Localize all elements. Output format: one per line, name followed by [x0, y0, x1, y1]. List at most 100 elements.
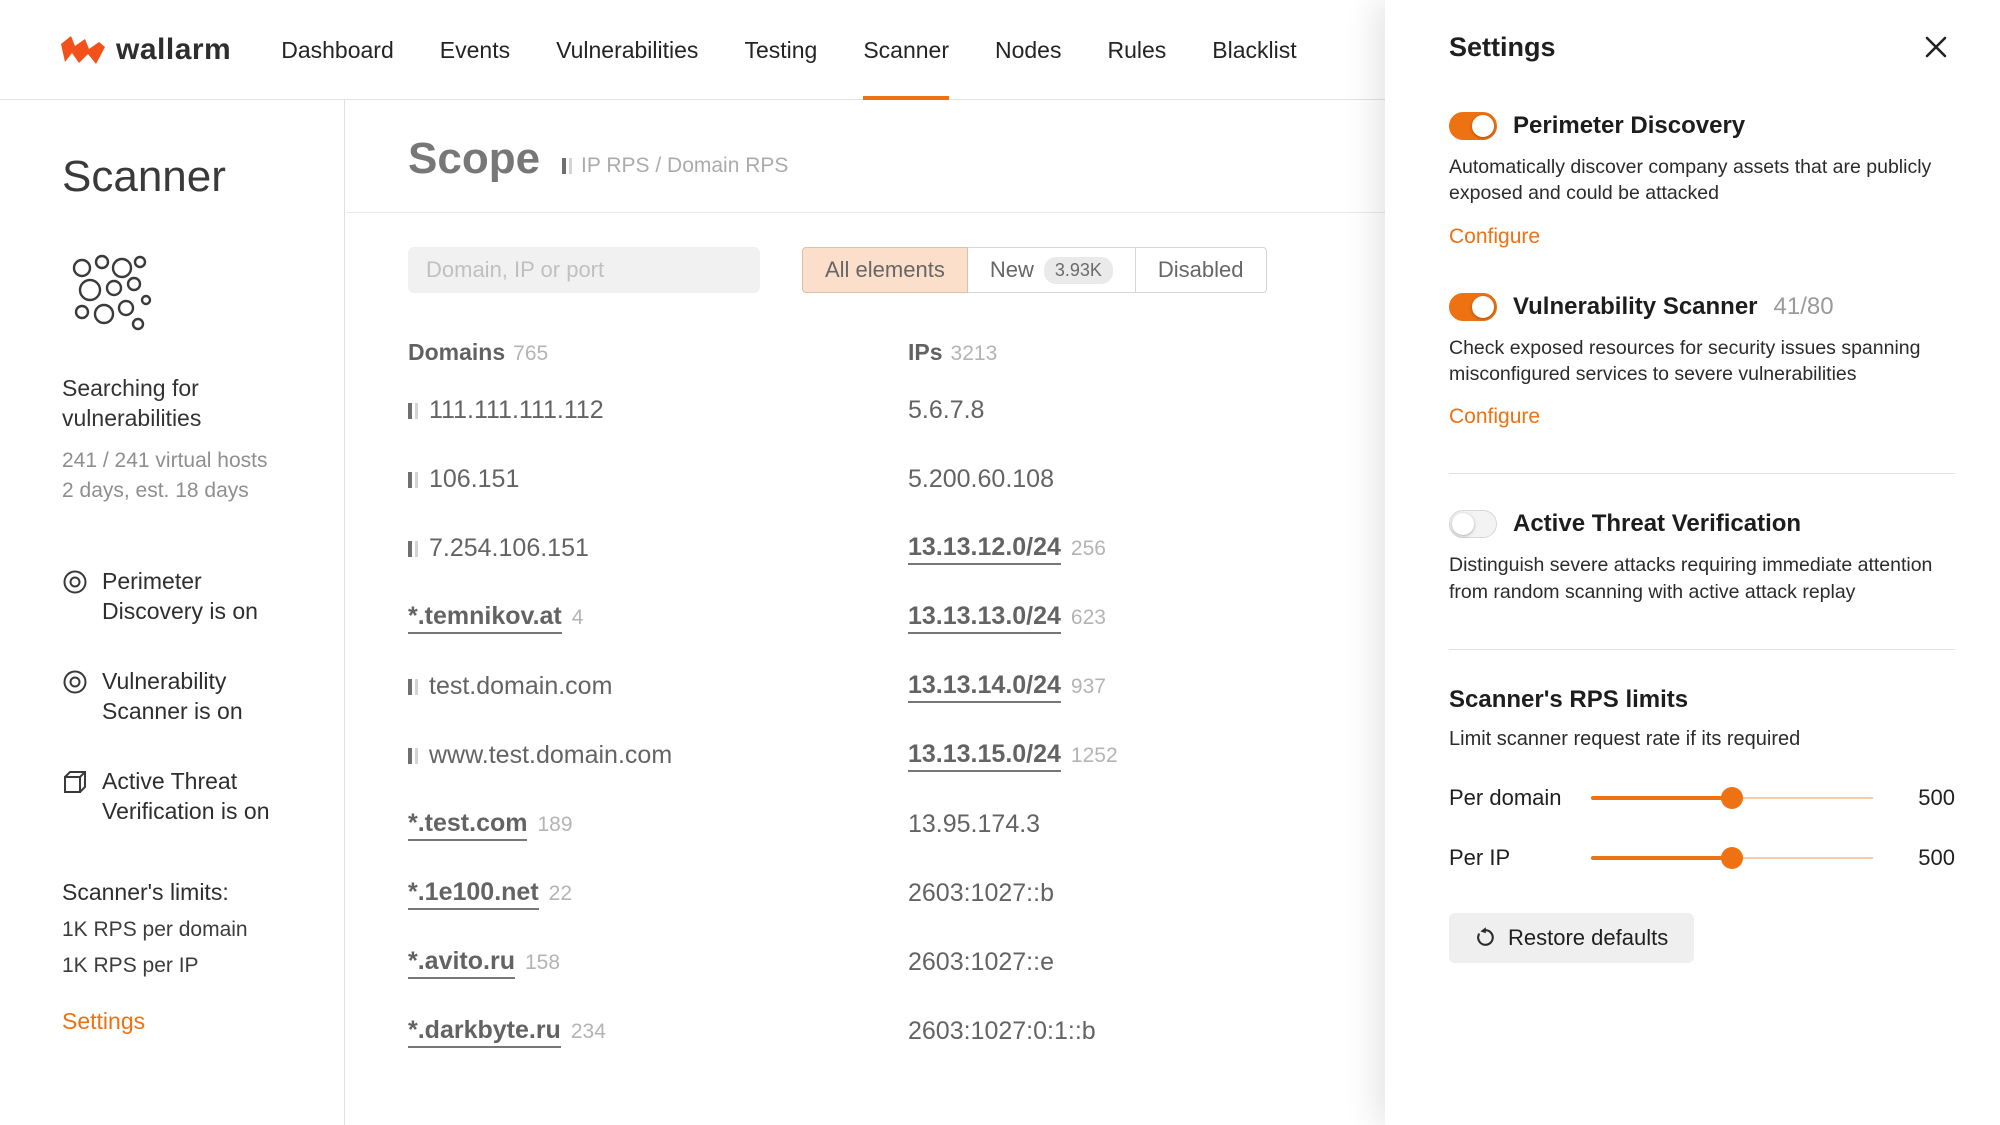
settings-section-vulnerability-scanner: Vulnerability Scanner 41/80 Check expose…: [1449, 293, 1955, 430]
section-title: Perimeter Discovery: [1513, 112, 1745, 140]
domain-row[interactable]: 111.111.111.112: [408, 376, 908, 445]
scan-progress-text: 241 / 241 virtual hosts: [62, 446, 316, 476]
toggle-knob: [1452, 513, 1474, 535]
search-input[interactable]: [408, 247, 760, 293]
domain-label: *.darkbyte.ru: [408, 1016, 561, 1048]
section-counter: 41/80: [1774, 293, 1834, 321]
ip-row[interactable]: 2603:1027::b: [908, 859, 1385, 928]
rps-mode-toggle[interactable]: IP RPS / Domain RPS: [562, 154, 788, 178]
domain-row[interactable]: test.domain.com: [408, 652, 908, 721]
filter-all-elements[interactable]: All elements: [802, 247, 968, 293]
domains-count: 765: [513, 342, 548, 365]
close-button[interactable]: [1917, 28, 1955, 66]
nav-item-testing[interactable]: Testing: [744, 0, 817, 100]
section-title: Vulnerability Scanner: [1513, 293, 1758, 321]
slider-value: 500: [1883, 785, 1955, 811]
slider-fill: [1591, 796, 1732, 800]
toggle-knob: [1472, 296, 1494, 318]
ips-count: 3213: [951, 342, 998, 365]
domain-row[interactable]: 7.254.106.151: [408, 514, 908, 583]
domain-row[interactable]: *.1e100.net22: [408, 859, 908, 928]
sidebar-item-vulnerability-scanner-is-on: Vulnerability Scanner is on: [62, 667, 302, 727]
ip-label: 5.200.60.108: [908, 465, 1054, 494]
sidebar-item-label: Vulnerability Scanner is on: [102, 667, 302, 727]
row-count: 189: [537, 813, 572, 837]
domain-row[interactable]: *.avito.ru158: [408, 928, 908, 997]
domain-row[interactable]: 106.151: [408, 445, 908, 514]
row-count: 158: [525, 951, 560, 975]
page-title: Scope: [408, 134, 540, 184]
ip-row[interactable]: 2603:1027::e: [908, 928, 1385, 997]
settings-title: Settings: [1449, 32, 1556, 63]
per-ip-slider[interactable]: [1591, 846, 1873, 870]
sidebar-item-active-threat-verification-is-on: Active Threat Verification is on: [62, 767, 302, 827]
domains-list: 111.111.111.112106.1517.254.106.151*.tem…: [408, 376, 908, 1066]
ip-row[interactable]: 13.13.15.0/24 1252: [908, 721, 1385, 790]
ip-row[interactable]: 5.200.60.108: [908, 445, 1385, 514]
domain-label: *.temnikov.at: [408, 602, 562, 634]
ip-label: 13.95.174.3: [908, 810, 1040, 839]
rps-mode-label: IP RPS / Domain RPS: [581, 154, 788, 178]
filter-new[interactable]: New3.93K: [968, 247, 1136, 293]
nav-item-rules[interactable]: Rules: [1107, 0, 1166, 100]
limit-line: 1K RPS per domain: [62, 918, 316, 942]
rps-slider-row: Per domain 500: [1449, 785, 1955, 811]
header-divider: [346, 212, 1385, 213]
domain-row[interactable]: *.darkbyte.ru 234: [408, 997, 908, 1066]
domain-label: www.test.domain.com: [429, 741, 672, 770]
filter-group: All elementsNew3.93KDisabled: [802, 247, 1267, 293]
rps-bars-icon: [562, 158, 572, 174]
domain-label: *.1e100.net: [408, 878, 539, 910]
sidebar-item-perimeter-discovery-is-on: Perimeter Discovery is on: [62, 567, 302, 627]
ip-row[interactable]: 2603:1027:0:1::b: [908, 997, 1385, 1066]
wallarm-logo[interactable]: wallarm: [60, 0, 231, 99]
ip-row[interactable]: 13.13.12.0/24256: [908, 514, 1385, 583]
configure-link[interactable]: Configure: [1449, 225, 1540, 249]
slider-knob[interactable]: [1721, 847, 1743, 869]
scanner-limits: Scanner's limits: 1K RPS per domain1K RP…: [62, 879, 316, 978]
nav-item-dashboard[interactable]: Dashboard: [281, 0, 394, 100]
per-domain-slider[interactable]: [1591, 786, 1873, 810]
perimeter-discovery-toggle[interactable]: [1449, 112, 1497, 140]
rings-icon: [62, 669, 88, 727]
vulnerability-scanner-toggle[interactable]: [1449, 293, 1497, 321]
domain-label: 111.111.111.112: [429, 396, 604, 425]
active-threat-verification-toggle[interactable]: [1449, 510, 1497, 538]
ip-row[interactable]: 13.95.174.3: [908, 790, 1385, 859]
ips-column: IPs3213 5.6.7.8 5.200.60.108 13.13.12.0/24…: [908, 339, 1385, 1066]
wallarm-logo-icon: [60, 35, 106, 65]
restore-defaults-button[interactable]: Restore defaults: [1449, 913, 1694, 963]
ips-header: IPs3213: [908, 339, 1385, 366]
settings-link[interactable]: Settings: [62, 1008, 145, 1035]
cluster-icon: [62, 252, 316, 345]
nav-item-blacklist[interactable]: Blacklist: [1212, 0, 1296, 100]
nav-item-scanner[interactable]: Scanner: [863, 0, 949, 100]
row-count: 256: [1071, 537, 1106, 561]
ip-row[interactable]: 13.13.14.0/24937: [908, 652, 1385, 721]
close-icon: [1923, 48, 1949, 63]
nav-item-nodes[interactable]: Nodes: [995, 0, 1061, 100]
nav-item-events[interactable]: Events: [440, 0, 510, 100]
domain-row[interactable]: *.temnikov.at4: [408, 583, 908, 652]
row-count: 1252: [1071, 744, 1118, 768]
scope-content: Scope IP RPS / Domain RPS All elementsNe…: [346, 100, 1385, 1125]
filter-disabled[interactable]: Disabled: [1136, 247, 1267, 293]
ip-label: 2603:1027:0:1::b: [908, 1017, 1096, 1046]
row-count: 234: [571, 1020, 606, 1044]
nav-item-vulnerabilities[interactable]: Vulnerabilities: [556, 0, 698, 100]
ip-label: 5.6.7.8: [908, 396, 984, 425]
row-count: 623: [1071, 606, 1106, 630]
ip-row[interactable]: 5.6.7.8: [908, 376, 1385, 445]
domain-row[interactable]: www.test.domain.com: [408, 721, 908, 790]
status-bars-icon: [408, 679, 418, 695]
configure-link[interactable]: Configure: [1449, 405, 1540, 429]
domain-row[interactable]: *.test.com 189: [408, 790, 908, 859]
slider-label: Per IP: [1449, 845, 1581, 871]
ip-row[interactable]: 13.13.13.0/24623: [908, 583, 1385, 652]
slider-knob[interactable]: [1721, 787, 1743, 809]
ip-label: 13.13.15.0/24: [908, 740, 1061, 772]
settings-section-active-threat-verification: Active Threat Verification Distinguish s…: [1449, 510, 1955, 605]
domain-label: *.test.com: [408, 809, 527, 841]
sidebar-status-items: Perimeter Discovery is on Vulnerability …: [62, 567, 316, 826]
status-bars-icon: [408, 748, 418, 764]
